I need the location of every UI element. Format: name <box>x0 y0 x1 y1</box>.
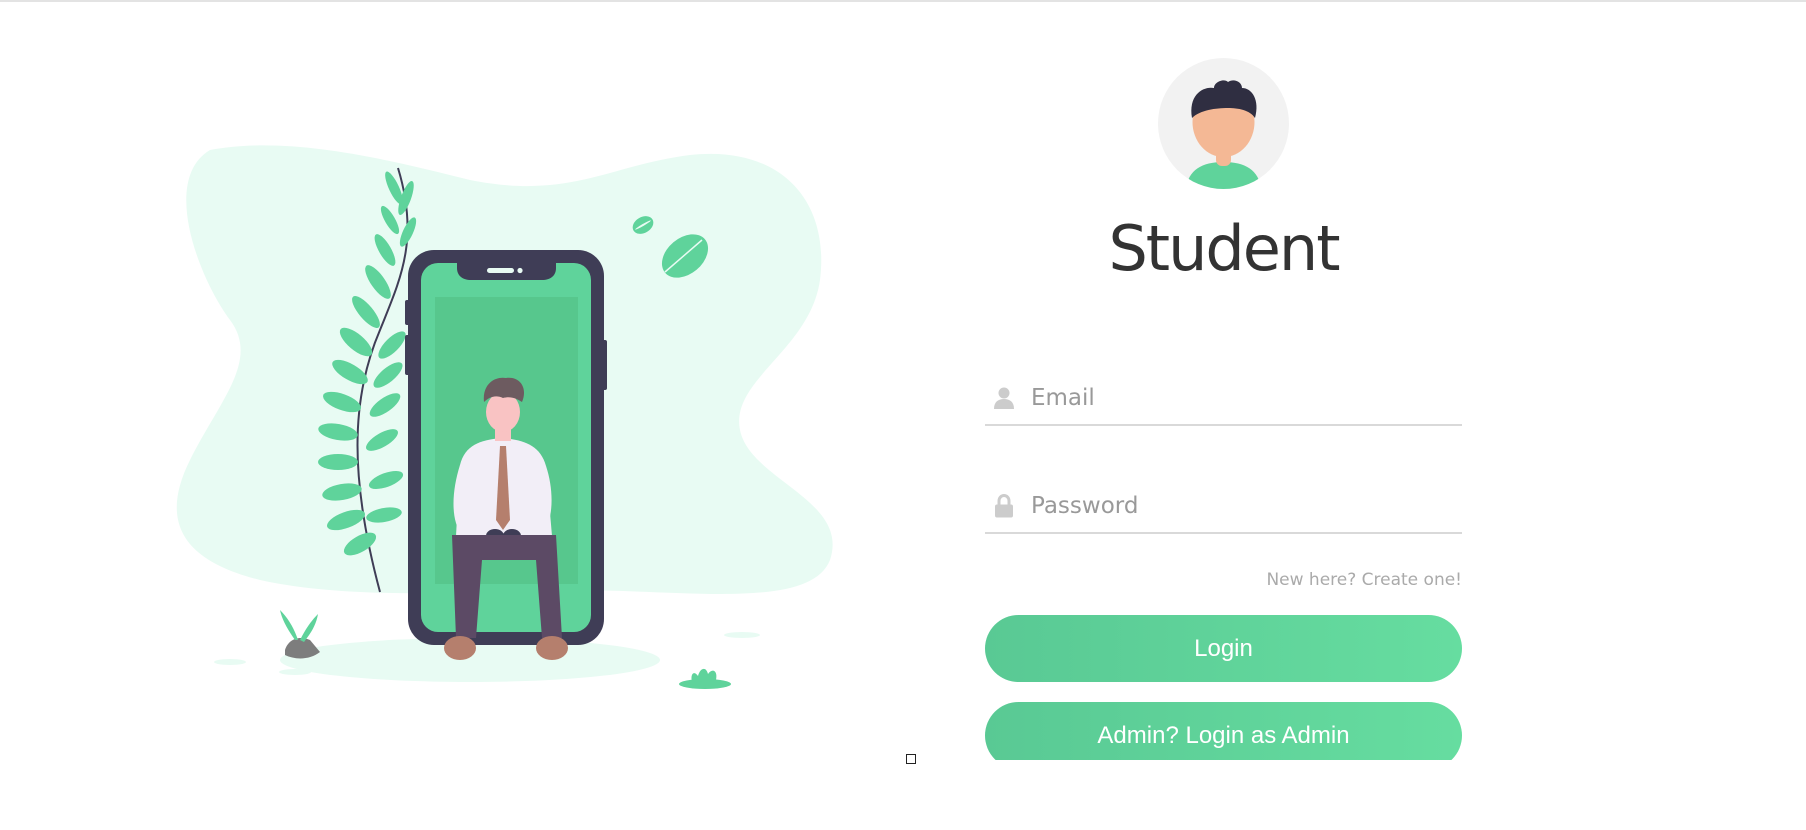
small-rock-plant <box>280 610 320 659</box>
password-input[interactable] <box>1031 488 1451 524</box>
admin-login-button[interactable]: Admin? Login as Admin <box>985 702 1462 760</box>
grass-tuft <box>679 668 731 689</box>
admin-button-container: Admin? Login as Admin <box>985 702 1462 760</box>
login-button[interactable]: Login <box>985 615 1462 682</box>
create-account-link[interactable]: New here? Create one! <box>1266 570 1462 590</box>
page-title: Student <box>1108 212 1340 285</box>
password-field-group <box>985 480 1462 534</box>
small-checkbox-marker <box>906 754 916 764</box>
email-field-group <box>985 372 1462 426</box>
user-icon <box>994 387 1014 409</box>
lock-icon <box>995 494 1013 518</box>
top-border <box>0 0 1806 2</box>
email-input[interactable] <box>1031 380 1451 416</box>
student-avatar-icon <box>1158 58 1289 189</box>
phone-illustration <box>176 145 833 689</box>
